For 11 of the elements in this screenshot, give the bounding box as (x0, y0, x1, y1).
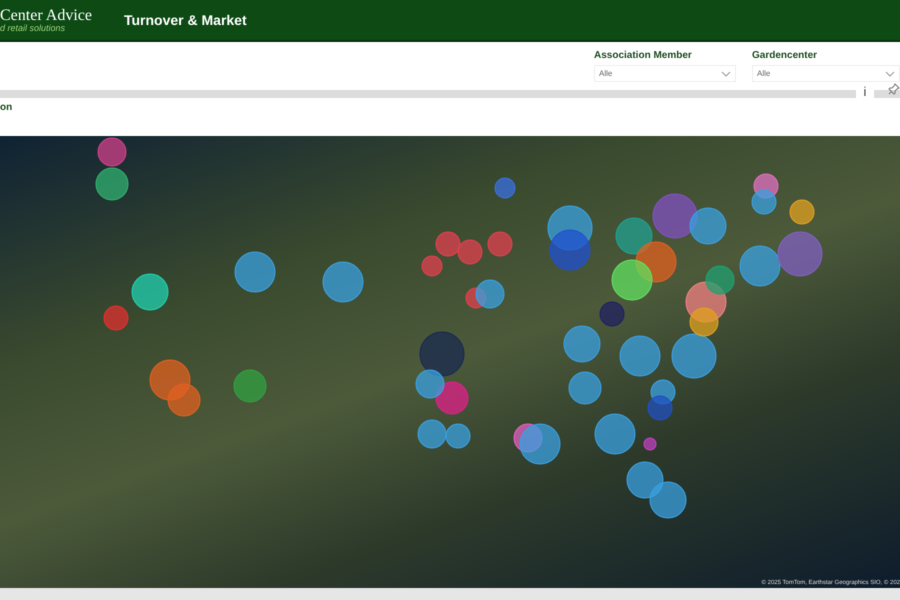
filter-dropdown[interactable]: Alle (752, 65, 900, 82)
chevron-down-icon (885, 70, 895, 76)
filter-label: Association Member (594, 50, 693, 61)
logo-text: Center Advice (0, 8, 92, 24)
page-title: Turnover & Market (124, 12, 247, 28)
visual-title: on (0, 102, 12, 113)
pin-icon[interactable] (888, 83, 900, 95)
chevron-down-icon (721, 70, 731, 76)
logo-tagline: d retail solutions (0, 24, 66, 32)
filter-dropdown[interactable]: Alle (594, 65, 736, 82)
filter-label: Gardencenter (752, 50, 818, 61)
